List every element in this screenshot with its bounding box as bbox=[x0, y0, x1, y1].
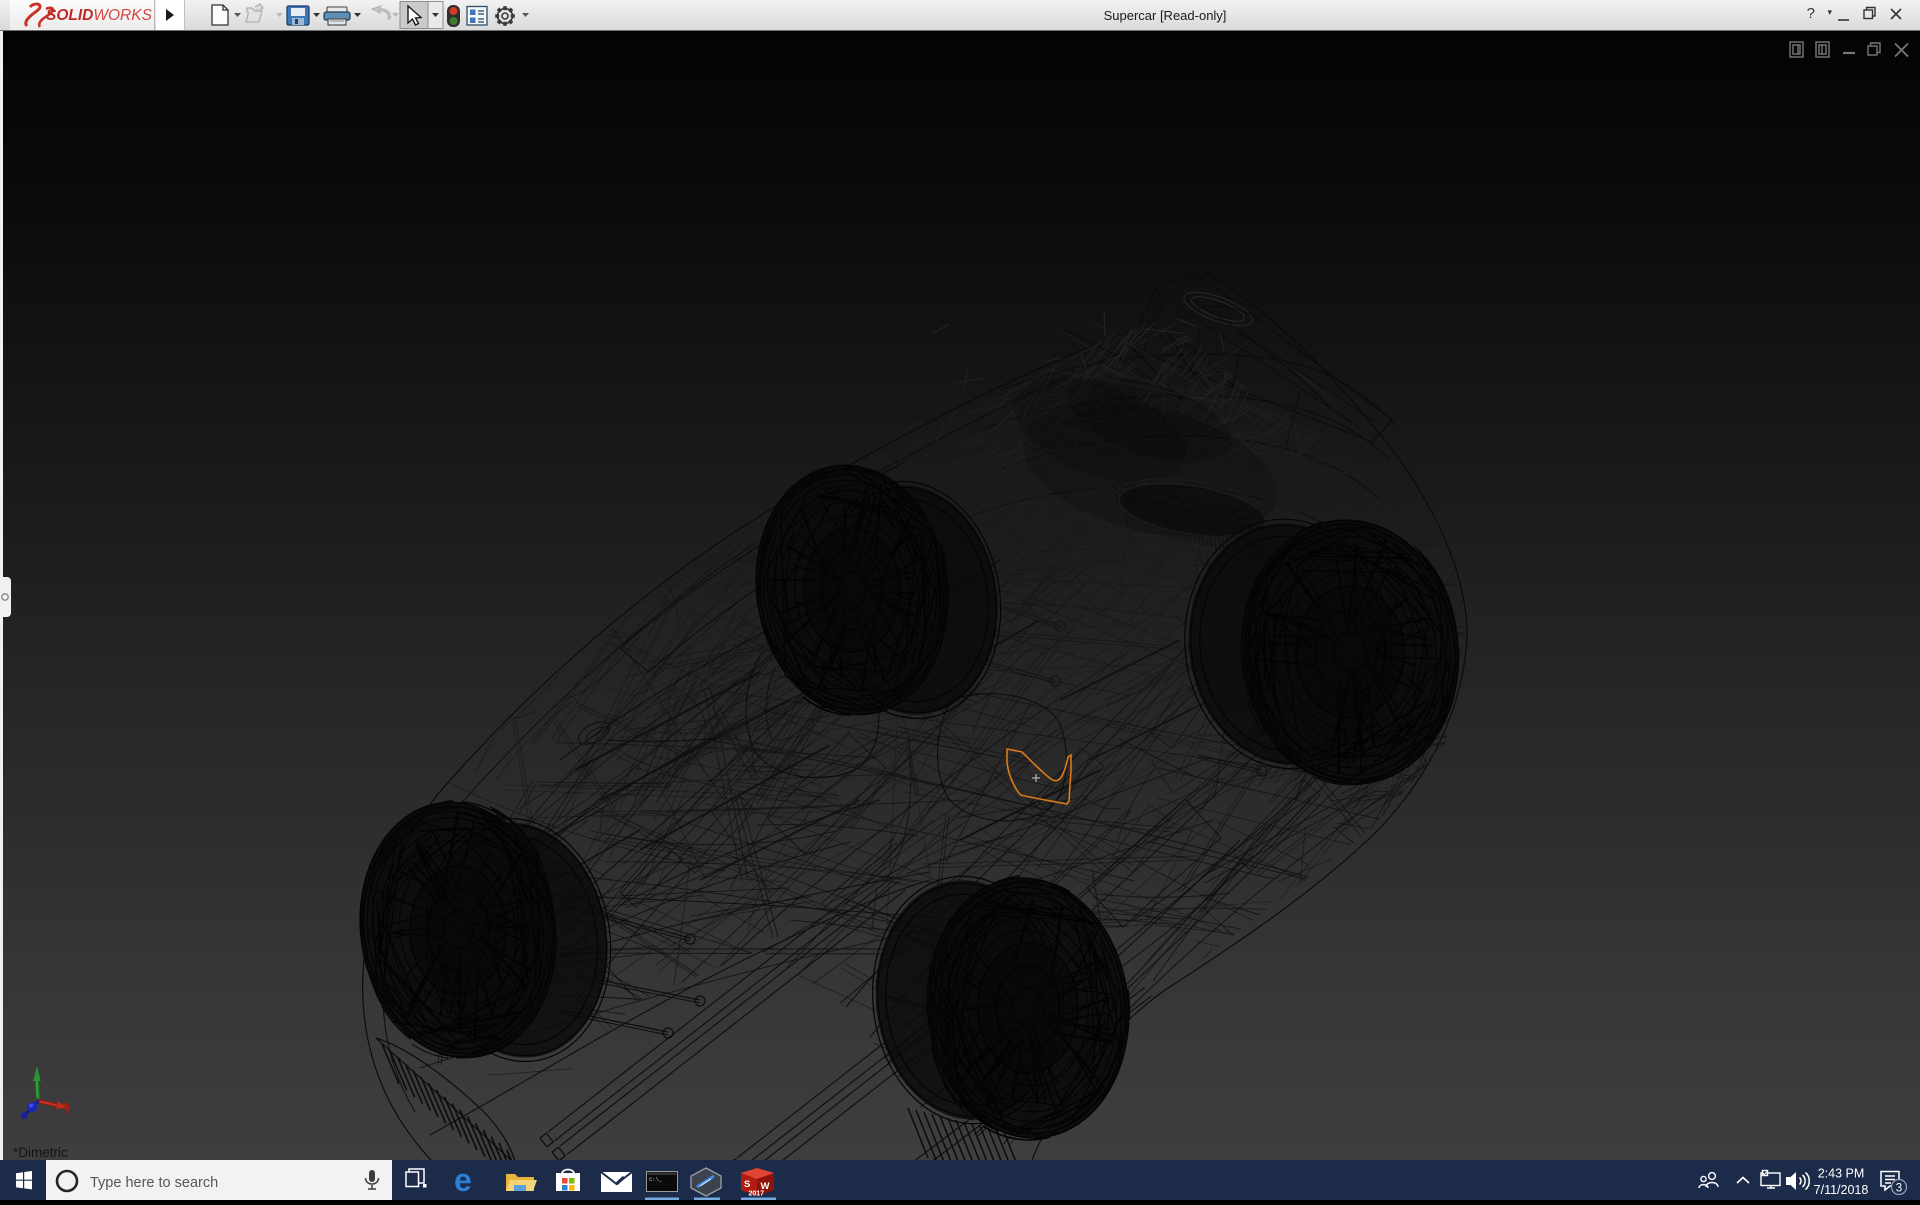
svg-text:2017: 2017 bbox=[749, 1191, 765, 1198]
svg-text:2:43 PM: 2:43 PM bbox=[1818, 1167, 1865, 1181]
svg-text:S: S bbox=[744, 1179, 750, 1190]
svg-text:C:\_: C:\_ bbox=[649, 1176, 663, 1183]
svg-text:Type here to search: Type here to search bbox=[90, 1175, 218, 1191]
svg-text:7/11/2018: 7/11/2018 bbox=[1814, 1183, 1869, 1197]
svg-text:3: 3 bbox=[1896, 1183, 1902, 1195]
svg-text:e: e bbox=[454, 1162, 472, 1198]
